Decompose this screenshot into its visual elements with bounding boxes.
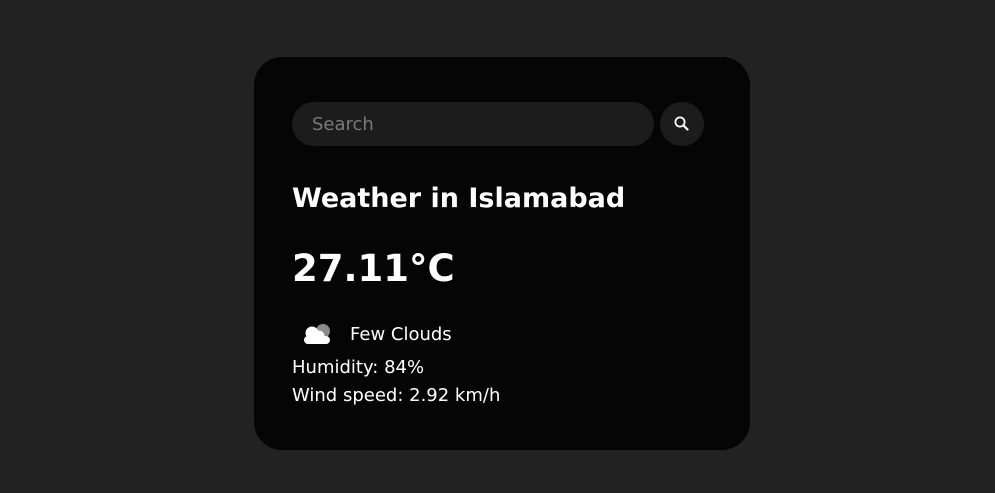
humidity-text: Humidity: 84%: [292, 357, 425, 378]
temperature: 27.11°C: [292, 247, 455, 290]
few-clouds-icon: [298, 316, 338, 352]
search-icon: [673, 115, 691, 133]
wind-speed-text: Wind speed: 2.92 km/h: [292, 385, 501, 406]
weather-description-row: Few Clouds: [292, 316, 712, 352]
weather-description: Few Clouds: [350, 323, 452, 345]
search-button[interactable]: [660, 102, 704, 146]
search-input[interactable]: [292, 102, 654, 146]
city-title: Weather in Islamabad: [292, 183, 626, 214]
weather-card: Weather in Islamabad 27.11°C Few Clouds …: [254, 57, 750, 450]
search-bar: [292, 102, 712, 146]
